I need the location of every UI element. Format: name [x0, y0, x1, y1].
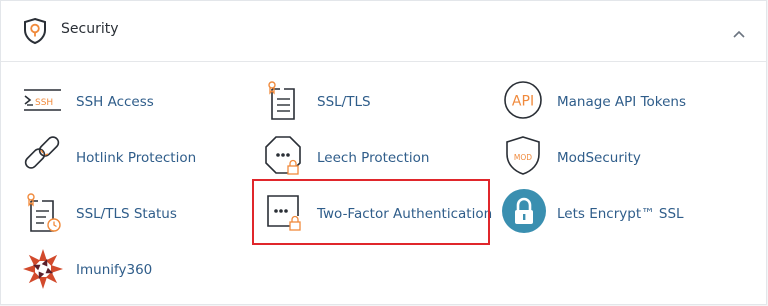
tool-label: SSL/TLS: [317, 94, 371, 110]
svg-text:SSH: SSH: [35, 98, 53, 108]
lets-encrypt-padlock-icon: [502, 189, 550, 237]
tool-hotlink-protection[interactable]: Hotlink Protection: [21, 133, 221, 183]
svg-text:API: API: [512, 94, 534, 110]
shield-icon: [22, 17, 48, 45]
broken-link-icon: [21, 133, 69, 181]
security-section-header[interactable]: Security: [1, 1, 766, 62]
security-panel: Security SSH SSH Access SSL/TLS API Mana…: [0, 0, 767, 305]
tool-lets-encrypt-ssl[interactable]: Lets Encrypt™ SSL: [502, 189, 702, 239]
chevron-up-icon[interactable]: [731, 25, 747, 38]
tool-imunify360[interactable]: Imunify360: [21, 245, 221, 295]
tool-label: Imunify360: [76, 262, 153, 278]
tool-manage-api-tokens[interactable]: API Manage API Tokens: [502, 77, 702, 127]
tool-ssh-access[interactable]: SSH SSH Access: [21, 77, 221, 127]
tool-label: SSH Access: [76, 94, 154, 110]
tool-label: Manage API Tokens: [557, 94, 687, 110]
section-title: Security: [61, 21, 119, 37]
imunify360-logo-icon: [21, 245, 69, 293]
terminal-ssh-icon: SSH: [21, 77, 69, 125]
mod-shield-icon: MOD: [502, 133, 550, 181]
tool-label: Hotlink Protection: [76, 150, 197, 166]
certificate-clock-icon: [21, 189, 69, 237]
tool-label: Two-Factor Authentication: [317, 206, 493, 222]
tool-label: ModSecurity: [557, 150, 641, 166]
octagon-password-lock-icon: [262, 133, 310, 181]
tool-ssl-tls-status[interactable]: SSL/TLS Status: [21, 189, 221, 239]
tool-label: Leech Protection: [317, 150, 430, 166]
tool-label: SSL/TLS Status: [76, 206, 177, 222]
certificate-icon: [262, 77, 310, 125]
password-lock-icon: [262, 189, 310, 237]
svg-text:MOD: MOD: [514, 153, 532, 162]
tool-ssl-tls[interactable]: SSL/TLS: [262, 77, 462, 127]
tool-leech-protection[interactable]: Leech Protection: [262, 133, 462, 183]
api-icon: API: [502, 77, 550, 125]
tool-label: Lets Encrypt™ SSL: [557, 206, 684, 222]
tool-modsecurity[interactable]: MOD ModSecurity: [502, 133, 702, 183]
tool-two-factor-authentication[interactable]: Two-Factor Authentication: [262, 189, 492, 239]
